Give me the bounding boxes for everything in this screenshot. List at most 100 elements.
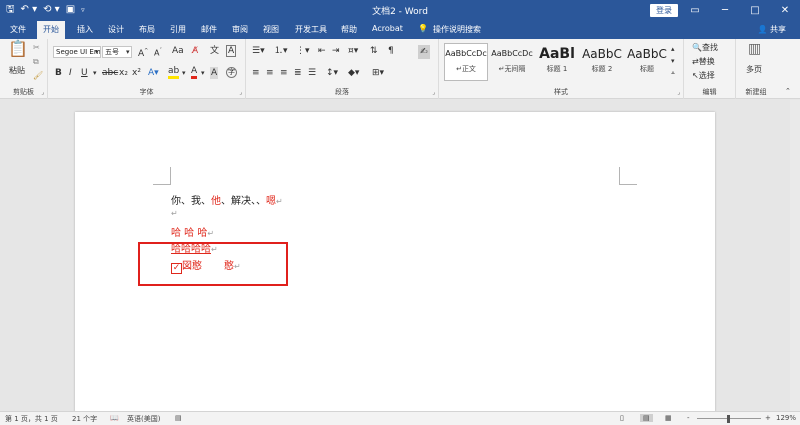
page-count[interactable]: 第 1 页，共 1 页 bbox=[5, 414, 58, 424]
cut-icon[interactable]: ✂ bbox=[33, 42, 40, 54]
login-button[interactable]: 登录 bbox=[650, 4, 678, 17]
character-border-icon[interactable]: A bbox=[226, 45, 237, 57]
align-center-icon[interactable]: ≡ bbox=[266, 67, 274, 79]
format-painter-icon[interactable]: 🖌 bbox=[33, 70, 43, 82]
font-color-icon[interactable]: A bbox=[191, 67, 198, 79]
superscript-icon[interactable]: x² bbox=[132, 67, 141, 79]
font-name-select[interactable]: Segoe UI Em bbox=[53, 46, 101, 58]
highlight-icon[interactable]: ab bbox=[168, 67, 180, 79]
web-layout-icon[interactable]: ▦ bbox=[665, 414, 672, 422]
decrease-indent-icon[interactable]: ⇤ bbox=[318, 45, 326, 57]
clear-formatting-icon[interactable]: A̸ bbox=[192, 45, 198, 57]
ribbon-display-options-icon[interactable]: ▭ bbox=[680, 0, 710, 21]
copy-icon[interactable]: ⧉ bbox=[33, 56, 39, 68]
zoom-slider[interactable] bbox=[697, 415, 761, 423]
paragraph-launcher-icon[interactable]: ⌟ bbox=[432, 89, 435, 96]
character-shading-icon[interactable]: A bbox=[210, 67, 219, 79]
subscript-icon[interactable]: x₂ bbox=[119, 67, 128, 79]
restore-button[interactable]: □ bbox=[740, 0, 770, 21]
tab-developer[interactable]: 开发工具 bbox=[295, 24, 327, 35]
sort-icon[interactable]: ⇅ bbox=[370, 45, 378, 57]
style-no-spacing[interactable]: AaBbCcDc ↵无间隔 bbox=[490, 43, 534, 81]
zoom-slider-thumb[interactable] bbox=[727, 415, 730, 423]
italic-icon[interactable]: I bbox=[69, 67, 72, 79]
align-left-icon[interactable]: ≡ bbox=[252, 67, 260, 79]
numbering-icon[interactable]: ⒈▾ bbox=[274, 45, 288, 57]
align-right-icon[interactable]: ≡ bbox=[280, 67, 288, 79]
tab-acrobat[interactable]: Acrobat bbox=[372, 24, 403, 33]
change-case-icon[interactable]: Aa bbox=[172, 45, 184, 57]
underline-dropdown-icon[interactable]: ▾ bbox=[93, 67, 97, 79]
multipage-button[interactable]: 多页 bbox=[746, 64, 762, 76]
tab-mailings[interactable]: 邮件 bbox=[201, 24, 217, 35]
font-size-dropdown-icon[interactable]: ▾ bbox=[126, 46, 130, 58]
share-button[interactable]: 👤 共享 bbox=[757, 24, 786, 35]
styles-scroll-down-icon[interactable]: ▾ bbox=[671, 55, 675, 67]
paste-button[interactable]: 粘贴 bbox=[9, 65, 25, 77]
tab-file[interactable]: 文件 bbox=[10, 24, 26, 35]
styles-more-icon[interactable]: ⩡ bbox=[671, 67, 675, 79]
proofing-icon[interactable]: 📖 bbox=[110, 414, 119, 422]
minimize-button[interactable]: ─ bbox=[710, 0, 740, 21]
borders-icon[interactable]: ⊞▾ bbox=[372, 67, 384, 79]
phonetic-guide-icon[interactable]: 文 bbox=[210, 45, 219, 57]
font-color-dropdown-icon[interactable]: ▾ bbox=[201, 67, 205, 79]
font-launcher-icon[interactable]: ⌟ bbox=[239, 89, 242, 96]
doc-line-3[interactable]: 哈 哈 哈↵ bbox=[171, 224, 214, 239]
tab-insert[interactable]: 插入 bbox=[77, 24, 93, 35]
enclose-characters-icon[interactable]: 字 bbox=[226, 67, 237, 78]
tab-view[interactable]: 视图 bbox=[263, 24, 279, 35]
select-button[interactable]: ↖选择 bbox=[692, 70, 715, 82]
doc-line-1[interactable]: 你、我、他、解决、、嗯↵ bbox=[171, 192, 283, 207]
styles-quick-icon[interactable]: ✍ bbox=[418, 45, 430, 59]
zoom-in-button[interactable]: + bbox=[765, 414, 771, 422]
word-count[interactable]: 21 个字 bbox=[72, 414, 97, 424]
multilevel-list-icon[interactable]: ⋮▾ bbox=[296, 45, 310, 57]
tab-review[interactable]: 审阅 bbox=[232, 24, 248, 35]
tab-layout[interactable]: 布局 bbox=[139, 24, 155, 35]
read-mode-icon[interactable]: ▯ bbox=[620, 414, 624, 422]
tell-me-search[interactable]: 操作说明搜索 bbox=[433, 24, 481, 35]
increase-indent-icon[interactable]: ⇥ bbox=[332, 45, 340, 57]
chinese-layout-icon[interactable]: ¤▾ bbox=[348, 45, 358, 57]
shrink-font-icon[interactable]: Aˇ bbox=[154, 45, 162, 60]
zoom-level[interactable]: 129% bbox=[776, 414, 796, 422]
grow-font-icon[interactable]: A^ bbox=[138, 45, 148, 60]
style-title[interactable]: AaBbC 标题 bbox=[625, 43, 669, 81]
strikethrough-icon[interactable]: abc bbox=[102, 67, 118, 79]
distributed-icon[interactable]: ☰ bbox=[308, 67, 316, 79]
close-button[interactable]: ✕ bbox=[770, 0, 800, 21]
tab-design[interactable]: 设计 bbox=[108, 24, 124, 35]
justify-icon[interactable]: ≣ bbox=[294, 67, 302, 79]
styles-scroll-up-icon[interactable]: ▴ bbox=[671, 43, 675, 55]
print-layout-icon[interactable]: ▤ bbox=[640, 414, 653, 422]
tab-home[interactable]: 开始 bbox=[37, 21, 65, 39]
style-heading-2[interactable]: AaBbC 标题 2 bbox=[580, 43, 624, 81]
styles-launcher-icon[interactable]: ⌟ bbox=[677, 89, 680, 96]
show-marks-icon[interactable]: ¶ bbox=[388, 45, 394, 57]
find-button[interactable]: 🔍查找 bbox=[692, 42, 718, 54]
shading-icon[interactable]: ◆▾ bbox=[348, 67, 359, 79]
style-normal[interactable]: AaBbCcDc ↵正文 bbox=[444, 43, 488, 81]
paste-icon[interactable]: 📋 bbox=[8, 41, 28, 57]
tab-help[interactable]: 帮助 bbox=[341, 24, 357, 35]
line-spacing-icon[interactable]: ↕▾ bbox=[326, 67, 338, 79]
bold-icon[interactable]: B bbox=[55, 67, 62, 79]
vertical-scrollbar[interactable] bbox=[790, 100, 800, 411]
clipboard-launcher-icon[interactable]: ⌟ bbox=[41, 89, 44, 96]
doc-line-2[interactable]: ↵ bbox=[171, 208, 178, 219]
zoom-out-button[interactable]: - bbox=[687, 414, 690, 422]
font-name-dropdown-icon[interactable]: ▾ bbox=[95, 46, 99, 58]
replace-button[interactable]: ⇄替换 bbox=[692, 56, 715, 68]
collapse-ribbon-icon[interactable]: ⌃ bbox=[785, 85, 791, 97]
macro-record-icon[interactable]: ▤ bbox=[175, 414, 182, 422]
text-effects-icon[interactable]: A▾ bbox=[148, 67, 159, 79]
tab-references[interactable]: 引用 bbox=[170, 24, 186, 35]
language-indicator[interactable]: 英语(美国) bbox=[127, 414, 160, 424]
underline-icon[interactable]: U bbox=[81, 67, 88, 79]
bullets-icon[interactable]: ☰▾ bbox=[252, 45, 265, 57]
highlight-dropdown-icon[interactable]: ▾ bbox=[182, 67, 186, 79]
multipage-icon[interactable]: ▥ bbox=[748, 42, 761, 56]
style-heading-1[interactable]: AaBl 标题 1 bbox=[535, 43, 579, 81]
document-page[interactable]: 你、我、他、解决、、嗯↵ ↵ 哈 哈 哈↵ 哈哈哈哈↵ ✓ 図憨 憨↵ bbox=[75, 112, 715, 411]
